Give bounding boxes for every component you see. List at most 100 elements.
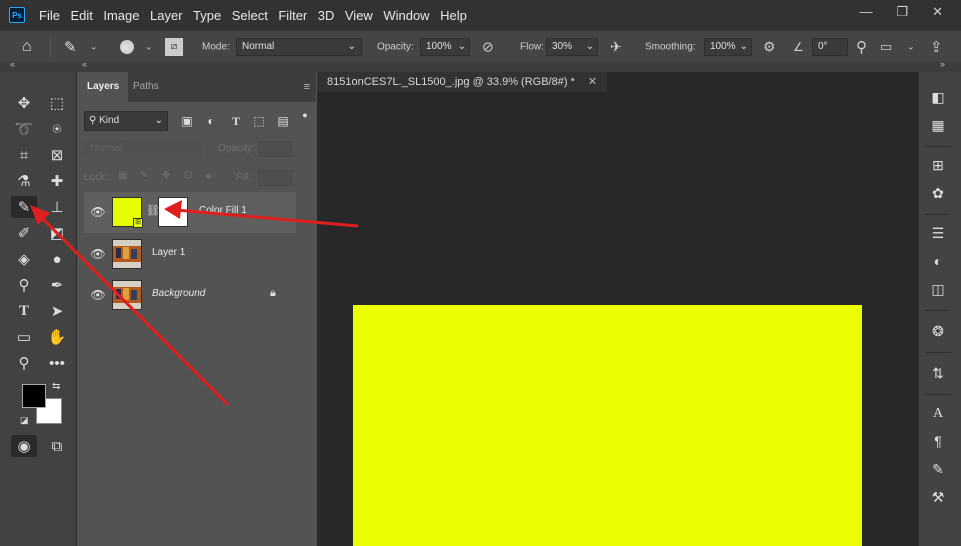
layer-name[interactable]: Color Fill 1 — [199, 205, 247, 216]
share-icon[interactable]: ⇪ — [930, 38, 943, 56]
marquee-tool-icon[interactable]: ⬚ — [44, 92, 70, 114]
angle-field[interactable]: 0° — [812, 37, 848, 56]
lock-position-icon[interactable]: ✥ — [162, 170, 170, 181]
chevron-down-icon[interactable]: ⌄ — [145, 41, 153, 52]
chevron-down-icon[interactable]: ⌄ — [90, 41, 98, 52]
filter-toggle-icon[interactable]: ● — [298, 108, 312, 122]
layer-row-color-fill[interactable]: 👁︎ ⊞ ⛓ Color Fill 1 — [84, 192, 296, 233]
menu-3d[interactable]: 3D — [318, 8, 335, 23]
layer-thumbnail[interactable] — [112, 239, 142, 269]
layer-name[interactable]: Layer 1 — [152, 247, 185, 258]
hand-tool-icon[interactable]: ✋ — [44, 326, 70, 348]
collapse-right-icon[interactable]: » — [940, 59, 945, 69]
lock-all-icon[interactable]: 🔒︎ — [206, 170, 211, 181]
clone-stamp-tool-icon[interactable]: ⊥ — [44, 196, 70, 218]
swatches-panel-icon[interactable]: ▦ — [927, 114, 949, 136]
visibility-eye-icon[interactable]: 👁︎ — [90, 247, 106, 261]
quick-selection-tool-icon[interactable]: ⍟ — [44, 118, 70, 140]
pen-tool-icon[interactable]: ✒ — [44, 274, 70, 296]
brush-settings-panel-icon[interactable]: ✎ — [927, 458, 949, 480]
menu-filter[interactable]: Filter — [278, 8, 307, 23]
restore-icon[interactable]: ❐ — [896, 4, 908, 20]
brush-tool-icon[interactable]: ✎ — [64, 38, 77, 56]
mode-dropdown[interactable]: Normal ⌄ — [236, 37, 362, 56]
path-selection-tool-icon[interactable]: ➤ — [44, 300, 70, 322]
patterns-panel-icon[interactable]: ✿ — [927, 182, 949, 204]
tab-layers[interactable]: Layers — [78, 72, 129, 102]
layer-mask-thumbnail[interactable] — [158, 197, 188, 227]
layer-name[interactable]: Background — [152, 288, 205, 299]
menu-layer[interactable]: Layer — [150, 8, 183, 23]
swap-colors-icon[interactable]: ⇆ — [52, 381, 60, 392]
channels-panel-icon[interactable]: ◫ — [927, 278, 949, 300]
type-tool-icon[interactable]: T — [11, 300, 37, 322]
zoom-tool-icon[interactable]: ⚲ — [11, 352, 37, 374]
shape-filter-icon[interactable]: ⬚ — [252, 114, 266, 128]
libraries-panel-icon[interactable]: ⊞ — [927, 154, 949, 176]
angle-icon[interactable]: ∠ — [793, 40, 804, 54]
close-icon[interactable]: ✕ — [932, 4, 943, 20]
smart-object-filter-icon[interactable]: ▤ — [276, 114, 290, 128]
menu-type[interactable]: Type — [193, 8, 221, 23]
photoshop-logo-icon[interactable]: Ps — [9, 7, 25, 23]
menu-help[interactable]: Help — [440, 8, 467, 23]
tab-paths[interactable]: Paths — [124, 72, 168, 102]
color-fill-thumbnail[interactable]: ⊞ — [112, 197, 143, 228]
foreground-color-swatch[interactable] — [22, 384, 46, 408]
collapse-left-icon[interactable]: « — [10, 59, 15, 69]
layer-opacity-field[interactable] — [258, 141, 292, 157]
kind-filter-dropdown[interactable]: ⚲ Kind ⌄ — [84, 111, 168, 131]
smoothing-field[interactable]: 100% ⌄ — [704, 37, 752, 56]
eyedropper-tool-icon[interactable]: ⚗ — [11, 170, 37, 192]
pressure-opacity-icon[interactable]: ⊘ — [482, 38, 494, 55]
close-icon[interactable]: ✕ — [588, 76, 597, 88]
symmetry-icon[interactable]: ▭ — [880, 39, 892, 55]
brush-settings-panel-icon[interactable]: ⧄ — [165, 37, 183, 56]
panel-menu-icon[interactable]: ≡ — [304, 81, 310, 93]
menu-view[interactable]: View — [345, 8, 373, 23]
adjustment-filter-icon[interactable]: ◐ — [204, 114, 218, 128]
tool-presets-panel-icon[interactable]: ⚒ — [927, 486, 949, 508]
quick-mask-icon[interactable]: ◉ — [11, 435, 37, 457]
paragraph-panel-icon[interactable]: ¶ — [927, 430, 949, 452]
history-brush-tool-icon[interactable]: ✐ — [11, 222, 37, 244]
gear-icon[interactable]: ⚙ — [763, 38, 776, 55]
screen-mode-icon[interactable]: ⧉ — [44, 435, 70, 457]
visibility-eye-icon[interactable]: 👁︎ — [90, 205, 106, 219]
menu-edit[interactable]: Edit — [70, 8, 92, 23]
color-panel-icon[interactable]: ◧ — [927, 86, 949, 108]
menu-file[interactable]: File — [39, 8, 60, 23]
learn-panel-icon[interactable]: ❂ — [927, 320, 949, 342]
eraser-tool-icon[interactable]: ◩ — [44, 222, 70, 244]
layer-row-layer-1[interactable]: 👁︎ Layer 1 — [84, 234, 296, 275]
character-panel-icon[interactable]: A — [927, 403, 949, 425]
layer-thumbnail[interactable] — [112, 280, 142, 310]
properties-panel-icon[interactable]: ☰ — [927, 222, 949, 244]
menu-image[interactable]: Image — [103, 8, 139, 23]
minimize-icon[interactable]: — — [859, 4, 872, 20]
search-icon[interactable]: ⚲ — [856, 38, 867, 56]
document-tab[interactable]: 8151onCES7L._SL1500_.jpg @ 33.9% (RGB/8#… — [317, 72, 608, 92]
collapse-left-icon[interactable]: « — [82, 59, 87, 69]
lock-artboard-icon[interactable]: ⊡ — [184, 170, 192, 181]
adjustments-panel-icon[interactable]: ◐ — [927, 250, 949, 272]
opacity-field[interactable]: 100% ⌄ — [420, 37, 470, 56]
lock-pixels-icon[interactable]: ✎ — [140, 170, 148, 181]
type-filter-icon[interactable]: T — [229, 114, 243, 128]
layer-row-background[interactable]: 👁︎ Background 🔒︎ — [84, 275, 296, 316]
chevron-down-icon[interactable]: ⌄ — [907, 41, 915, 52]
frame-tool-icon[interactable]: ⊠ — [44, 144, 70, 166]
flow-field[interactable]: 30% ⌄ — [546, 37, 598, 56]
menu-select[interactable]: Select — [232, 8, 268, 23]
paint-bucket-tool-icon[interactable]: ◈ — [11, 248, 37, 270]
brush-tool-icon[interactable]: ✎ — [11, 196, 37, 218]
crop-tool-icon[interactable]: ⌗ — [11, 144, 37, 166]
lock-transparent-icon[interactable]: ▦ — [118, 170, 127, 181]
layer-fill-field[interactable] — [258, 170, 292, 186]
healing-brush-tool-icon[interactable]: ✚ — [44, 170, 70, 192]
dodge-tool-icon[interactable]: ⚲ — [11, 274, 37, 296]
more-tools-icon[interactable]: ••• — [44, 352, 70, 374]
blur-tool-icon[interactable]: ● — [44, 248, 70, 270]
blend-mode-dropdown[interactable] — [84, 141, 202, 157]
home-icon[interactable]: ⌂ — [22, 38, 32, 56]
